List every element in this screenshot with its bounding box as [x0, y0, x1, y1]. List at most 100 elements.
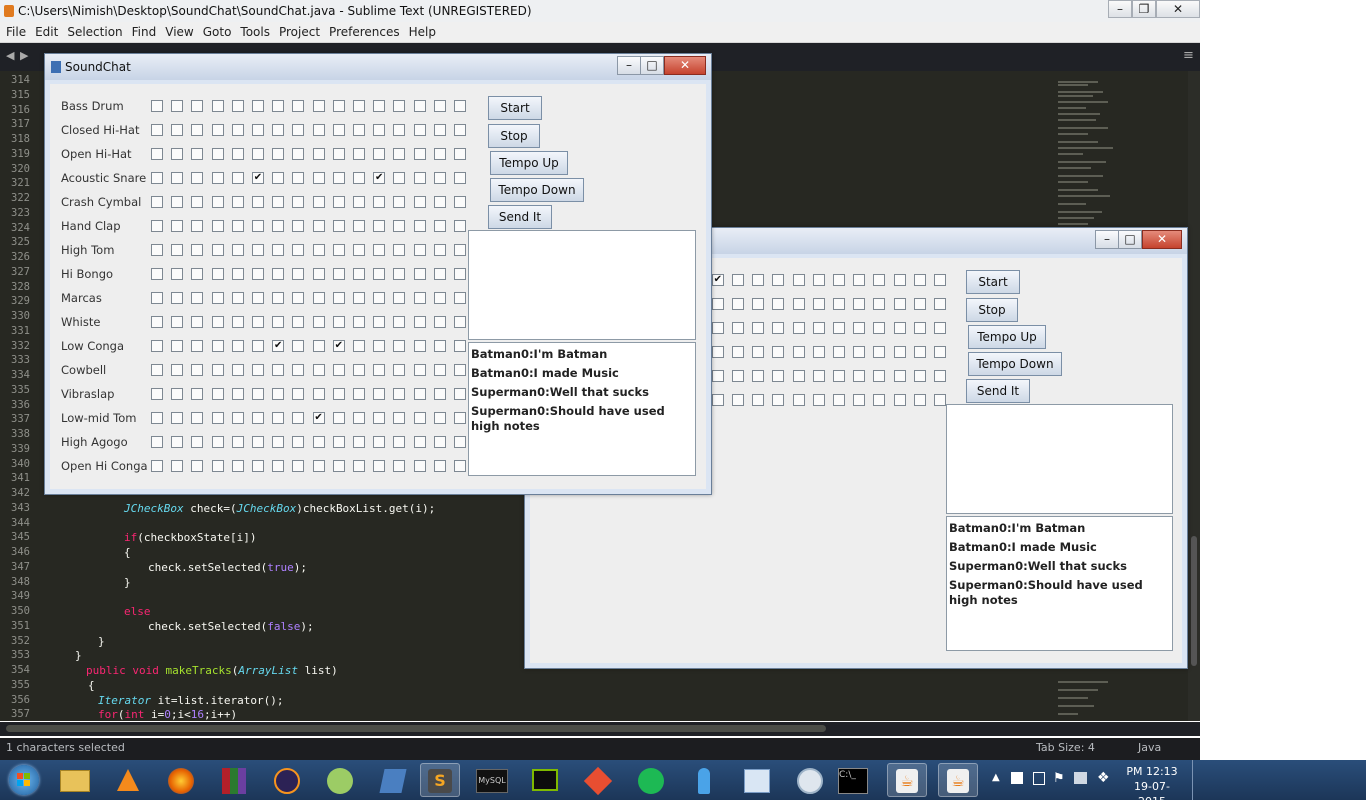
beat-checkbox[interactable] [393, 340, 406, 352]
restore-icon[interactable]: ❐ [1132, 0, 1156, 18]
vlc-taskbar-icon[interactable] [108, 763, 148, 797]
network-tray-icon[interactable] [1074, 772, 1087, 784]
beat-checkbox[interactable] [812, 298, 825, 310]
beat-checkbox[interactable] [312, 436, 325, 448]
menu-view[interactable]: View [165, 22, 193, 42]
menu-preferences[interactable]: Preferences [329, 22, 400, 42]
beat-checkbox[interactable] [873, 394, 886, 406]
java-taskbar-icon-1[interactable]: ☕ [887, 763, 927, 797]
beat-checkbox[interactable] [211, 436, 224, 448]
beat-checkbox[interactable] [211, 100, 224, 112]
code-line[interactable]: } [75, 649, 82, 662]
beat-checkbox[interactable] [373, 292, 386, 304]
menu-file[interactable]: File [6, 22, 26, 42]
beat-checkbox[interactable] [433, 268, 446, 280]
beat-checkbox[interactable] [413, 388, 426, 400]
beat-checkbox[interactable] [272, 292, 285, 304]
beat-checkbox[interactable] [454, 412, 466, 424]
beat-checkbox[interactable] [332, 220, 345, 232]
beat-checkbox[interactable] [711, 298, 724, 310]
beat-checkbox[interactable] [433, 148, 446, 160]
beat-checkbox[interactable] [353, 316, 365, 328]
beat-checkbox[interactable] [353, 460, 365, 472]
tab-scroll-right-icon[interactable]: ▶ [20, 49, 28, 62]
beat-checkbox[interactable] [171, 436, 184, 448]
beat-checkbox[interactable] [812, 394, 825, 406]
beat-checkbox[interactable] [433, 172, 446, 184]
beat-checkbox[interactable] [893, 394, 906, 406]
beat-checkbox[interactable] [934, 274, 946, 286]
horizontal-scrollbar-thumb[interactable] [6, 725, 826, 732]
beat-checkbox[interactable] [191, 244, 204, 256]
start-button[interactable]: Start [966, 270, 1020, 294]
action-center-icon[interactable]: ⚑ [1053, 771, 1065, 786]
beat-checkbox[interactable] [454, 172, 466, 184]
horizontal-scrollbar[interactable] [0, 722, 1200, 736]
beat-checkbox[interactable] [934, 394, 946, 406]
beat-checkbox[interactable] [433, 244, 446, 256]
beat-checkbox[interactable] [413, 124, 426, 136]
tempo-up-button[interactable]: Tempo Up [968, 325, 1046, 349]
beat-checkbox[interactable] [171, 316, 184, 328]
beat-checkbox[interactable] [913, 346, 926, 358]
beat-checkbox[interactable] [151, 340, 163, 352]
beat-checkbox[interactable] [151, 124, 163, 136]
beat-checkbox[interactable] [934, 298, 946, 310]
beat-checkbox[interactable] [231, 196, 244, 208]
explorer-taskbar-icon[interactable] [55, 763, 95, 797]
beat-checkbox[interactable] [211, 364, 224, 376]
beat-checkbox[interactable] [211, 340, 224, 352]
beat-checkbox[interactable] [772, 394, 785, 406]
beat-checkbox[interactable] [312, 340, 325, 352]
sublime-taskbar-icon[interactable]: S [420, 763, 460, 797]
beat-checkbox[interactable] [211, 268, 224, 280]
beat-checkbox[interactable] [812, 346, 825, 358]
beat-checkbox[interactable] [332, 268, 345, 280]
beat-checkbox[interactable] [373, 100, 386, 112]
beat-checkbox[interactable] [393, 316, 406, 328]
beat-checkbox[interactable] [353, 340, 365, 352]
android-studio-taskbar-icon[interactable] [320, 763, 360, 797]
beat-checkbox[interactable] [151, 148, 163, 160]
beat-checkbox[interactable] [772, 370, 785, 382]
beat-checkbox[interactable] [433, 316, 446, 328]
beat-checkbox[interactable] [752, 394, 765, 406]
beat-checkbox[interactable] [171, 460, 184, 472]
beat-checkbox[interactable] [151, 244, 163, 256]
beat-checkbox[interactable] [893, 274, 906, 286]
beat-checkbox[interactable] [171, 124, 184, 136]
beat-checkbox[interactable] [171, 412, 184, 424]
beat-checkbox[interactable] [792, 274, 805, 286]
beat-checkbox[interactable] [151, 412, 163, 424]
beat-checkbox[interactable] [812, 370, 825, 382]
beat-checkbox[interactable] [772, 274, 785, 286]
status-tab-size[interactable]: Tab Size: 4 [1036, 738, 1095, 758]
beat-checkbox[interactable] [252, 268, 264, 280]
beat-checkbox[interactable] [151, 100, 163, 112]
beat-checkbox[interactable] [312, 100, 325, 112]
show-hidden-icons-icon[interactable]: ▲ [992, 772, 1000, 783]
beat-checkbox[interactable] [413, 412, 426, 424]
beat-checkbox[interactable] [151, 460, 163, 472]
firefox-taskbar-icon[interactable] [161, 763, 201, 797]
minimize-icon[interactable]: – [1108, 0, 1132, 18]
incoming-message-list[interactable]: Batman0:I'm Batman Batman0:I made Music Su… [468, 342, 696, 476]
beat-checkbox[interactable] [393, 172, 406, 184]
beat-checkbox[interactable] [934, 322, 946, 334]
beat-checkbox[interactable] [353, 292, 365, 304]
code-line[interactable]: check.setSelected(false); [148, 620, 314, 633]
usb-tray-icon[interactable] [1033, 772, 1045, 785]
beat-checkbox[interactable] [272, 460, 285, 472]
beat-checkbox[interactable] [433, 412, 446, 424]
beat-checkbox[interactable] [413, 148, 426, 160]
beat-checkbox[interactable] [151, 388, 163, 400]
beat-checkbox[interactable] [292, 124, 305, 136]
beat-checkbox[interactable] [231, 340, 244, 352]
beat-checkbox[interactable] [853, 322, 866, 334]
beat-checkbox-checked[interactable]: ✔ [272, 340, 285, 352]
beat-checkbox[interactable] [373, 412, 386, 424]
beat-checkbox[interactable] [231, 148, 244, 160]
beat-checkbox[interactable] [312, 388, 325, 400]
beat-checkbox[interactable] [332, 316, 345, 328]
beat-checkbox[interactable] [292, 196, 305, 208]
